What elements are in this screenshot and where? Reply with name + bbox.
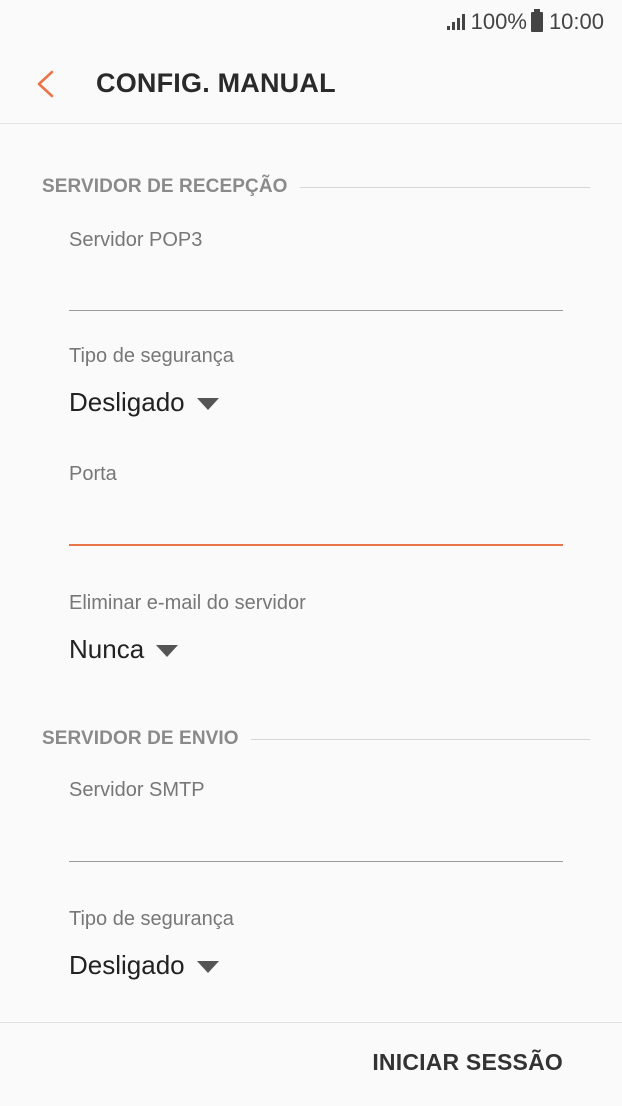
bottom-action-bar: INICIAR SESSÃO — [0, 1022, 622, 1106]
dropdown-arrow-icon — [196, 960, 219, 973]
clock: 10:00 — [548, 9, 604, 34]
outgoing-security-value: Desligado — [69, 950, 185, 980]
incoming-security-value: Desligado — [69, 387, 185, 417]
dropdown-arrow-icon — [156, 644, 179, 657]
port-underline-focused — [69, 544, 563, 546]
battery-percent: 100% — [470, 9, 527, 34]
app-header: CONFIG. MANUAL — [0, 44, 622, 124]
section-divider — [250, 738, 590, 740]
page-title: CONFIG. MANUAL — [96, 68, 336, 98]
pop3-server-underline — [69, 310, 563, 311]
section-divider — [299, 186, 590, 188]
delete-email-label: Eliminar e-mail do servidor — [69, 592, 306, 614]
incoming-security-dropdown[interactable]: Desligado — [69, 387, 219, 418]
pop3-server-label: Servidor POP3 — [69, 229, 203, 251]
screen: 100% 10:00 CONFIG. MANUAL SERVIDOR DE RE… — [0, 0, 622, 1106]
status-bar: 100% 10:00 — [0, 0, 622, 44]
delete-email-dropdown[interactable]: Nunca — [69, 634, 179, 665]
settings-form: SERVIDOR DE RECEPÇÃO Servidor POP3 Tipo … — [0, 125, 622, 1022]
sign-in-button[interactable]: INICIAR SESSÃO — [372, 1049, 563, 1076]
port-input[interactable] — [69, 501, 563, 541]
section-title-outgoing: SERVIDOR DE ENVIO — [42, 728, 239, 749]
section-header-outgoing: SERVIDOR DE ENVIO — [42, 724, 590, 754]
chevron-left-icon — [37, 70, 54, 97]
delete-email-value: Nunca — [69, 634, 145, 664]
port-label: Porta — [69, 463, 117, 485]
signal-icon — [446, 14, 465, 30]
back-button[interactable] — [0, 44, 96, 124]
battery-icon — [530, 9, 543, 32]
outgoing-security-dropdown[interactable]: Desligado — [69, 950, 219, 981]
smtp-server-underline — [69, 861, 563, 862]
smtp-server-label: Servidor SMTP — [69, 779, 205, 801]
smtp-server-input[interactable] — [69, 818, 563, 858]
outgoing-security-label: Tipo de segurança — [69, 908, 234, 930]
section-header-incoming: SERVIDOR DE RECEPÇÃO — [42, 172, 590, 202]
section-title-incoming: SERVIDOR DE RECEPÇÃO — [42, 176, 288, 197]
dropdown-arrow-icon — [196, 397, 219, 410]
pop3-server-input[interactable] — [69, 267, 563, 307]
incoming-security-label: Tipo de segurança — [69, 345, 234, 367]
